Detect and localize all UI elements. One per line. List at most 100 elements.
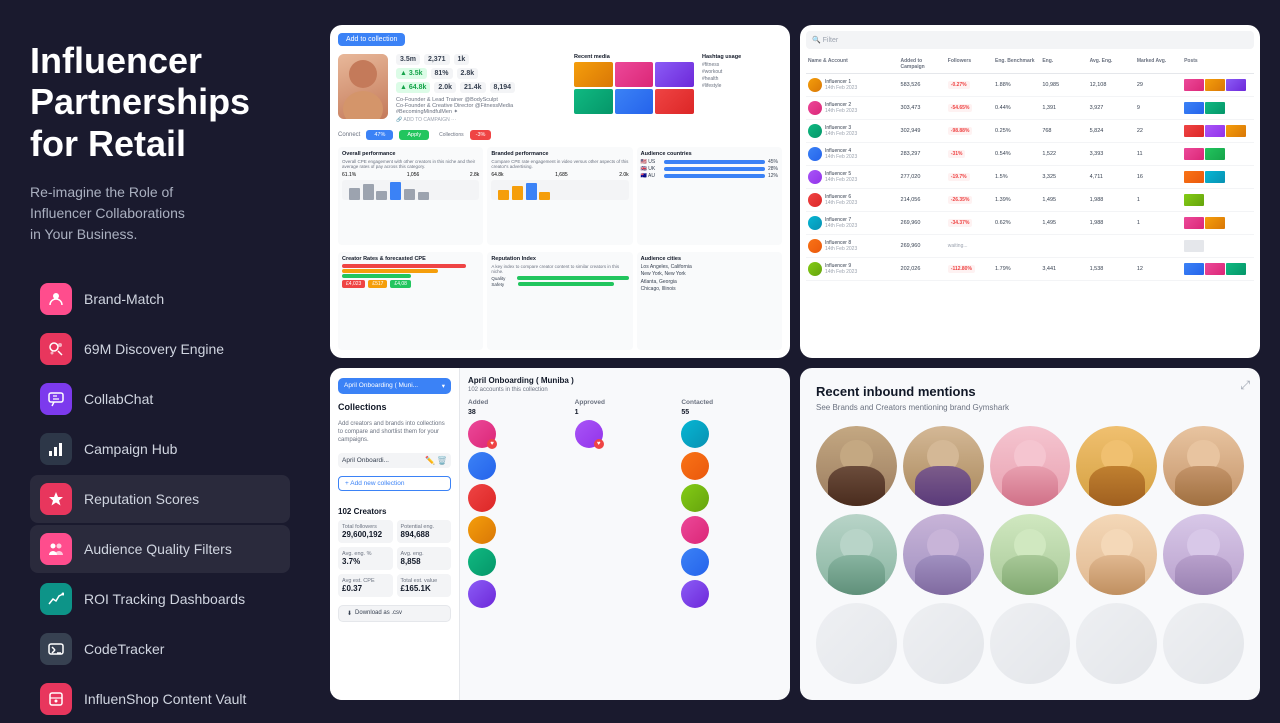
row-6-name: Influencer 614th Feb 2023 xyxy=(808,193,899,207)
delete-icon[interactable]: 🗑️ xyxy=(437,456,447,465)
collections-title: Collections xyxy=(439,132,463,138)
add-to-collection-btn[interactable]: Add to collection xyxy=(338,33,405,46)
collection-item[interactable]: April Onboardi... ✏️ 🗑️ xyxy=(338,453,451,468)
row-1-date: 583,526 xyxy=(901,82,946,88)
mentions-grid-row1 xyxy=(816,426,1244,507)
table-search[interactable]: 🔍 Filter xyxy=(806,31,1254,49)
country-bars: 🇺🇸 US 45% 🇬🇧 UK 28% 🇦🇺 AU 1 xyxy=(641,159,778,179)
total-est-value: £165.1K xyxy=(401,584,448,593)
edit-icon[interactable]: ✏️ xyxy=(425,456,435,465)
mention-avatar-10 xyxy=(1163,514,1244,595)
collab-chat-icon xyxy=(40,383,72,415)
profile-avatar xyxy=(338,54,388,119)
sidebar-item-roi-tracking[interactable]: ROI Tracking Dashboards xyxy=(30,575,290,623)
post-count: 2,371 xyxy=(424,54,450,65)
avg-eng2-stat: Avg. eng. 8,858 xyxy=(397,547,452,570)
following: 1k xyxy=(454,54,470,65)
reputation-index: Reputation Index A key index to compare … xyxy=(487,252,632,350)
right-panel: Add to collection 3.5m 2,371 1k xyxy=(320,0,1280,720)
contacted-creators xyxy=(681,420,782,608)
download-btn[interactable]: ⬇ Download as .csv xyxy=(338,605,451,622)
contacted-avatar-5 xyxy=(681,548,709,576)
discovery-engine-label: 69M Discovery Engine xyxy=(84,341,224,357)
table-row: Influencer 914th Feb 2023 202,026 -112.8… xyxy=(806,258,1254,281)
content-vault-icon xyxy=(40,683,72,715)
table-row: Influencer 214th Feb 2023 303,473 -54.65… xyxy=(806,97,1254,120)
dropdown-chevron: ▾ xyxy=(442,382,445,390)
sidebar-item-collab-chat[interactable]: CollabChat xyxy=(30,375,290,423)
row-1-posts xyxy=(1184,79,1252,91)
mentions-subtitle: See Brands and Creators mentioning brand… xyxy=(816,403,1244,412)
audience-quality-label: Audience Quality Filters xyxy=(84,541,232,557)
th-avg-eng: Avg. Eng. xyxy=(1090,58,1135,70)
contacted-avatar-2 xyxy=(681,452,709,480)
faded-avatar-4 xyxy=(1076,603,1157,684)
collections-sidebar: April Onboarding ( Muni... ▾ Collections… xyxy=(330,368,460,701)
col-approved-count: 1 xyxy=(575,409,676,416)
hero-subtitle: Re-imagine the Role ofInfluencer Collabo… xyxy=(30,182,290,245)
approved-column: Approved 1 ♥ xyxy=(575,399,676,608)
sidebar-item-audience-quality[interactable]: Audience Quality Filters xyxy=(30,525,290,573)
collection-dropdown[interactable]: April Onboarding ( Muni... ▾ xyxy=(338,378,451,394)
download-icon: ⬇ xyxy=(347,610,352,617)
expand-icon[interactable]: ⤢ xyxy=(1240,378,1250,393)
rate-btn-1[interactable]: £4,023 xyxy=(342,280,365,288)
row-1-followers: -0.27% xyxy=(948,82,993,88)
creator-avatar-2 xyxy=(468,452,496,480)
nav-list: Brand-Match 69M Discovery Engine CollabC… xyxy=(30,275,290,723)
mention-avatar-3 xyxy=(990,426,1071,507)
sidebar-item-discovery-engine[interactable]: 69M Discovery Engine xyxy=(30,325,290,373)
avg-cpe-stat: Avg est. CPE £0.37 xyxy=(338,574,393,597)
reputation-index-title: Reputation Index xyxy=(491,256,628,262)
audience-cities-title: Audience cities xyxy=(641,256,778,262)
code-tracker-label: CodeTracker xyxy=(84,641,164,657)
sidebar-item-content-vault[interactable]: InfluenShop Content Vault xyxy=(30,675,290,723)
sidebar-item-campaign-hub[interactable]: Campaign Hub xyxy=(30,425,290,473)
sidebar-item-reputation-scores[interactable]: Reputation Scores xyxy=(30,475,290,523)
row-3-name: Influencer 314th Feb 2023 xyxy=(808,124,899,138)
mentions-title: Recent inbound mentions xyxy=(816,384,1244,399)
table-row: Influencer 614th Feb 2023 214,056 -26.35… xyxy=(806,189,1254,212)
potential-eng-value: 894,688 xyxy=(401,530,448,539)
faded-avatar-1 xyxy=(816,603,897,684)
table-top-bar: 🔍 Filter xyxy=(806,31,1254,49)
roi-icon xyxy=(40,583,72,615)
contacted-avatar-6 xyxy=(681,580,709,608)
brand-match-label: Brand-Match xyxy=(84,291,164,307)
mention-avatar-8 xyxy=(990,514,1071,595)
quality-bar xyxy=(517,276,628,280)
campaign-hub-icon xyxy=(40,433,72,465)
th-name: Name & Account xyxy=(808,58,899,70)
creator-rates-title: Creator Rates & forecasted CPE xyxy=(342,256,479,262)
hashtag-title: Hashtag usage xyxy=(702,54,782,60)
data-table-screen: 🔍 Filter Name & Account Added to Campaig… xyxy=(800,25,1260,358)
follower-count: 3.5m xyxy=(396,54,420,65)
contacted-column: Contacted 55 xyxy=(681,399,782,608)
row-2-name: Influencer 214th Feb 2023 xyxy=(808,101,899,115)
profile-location: 🔗 ADD TO CAMPAIGN ··· xyxy=(396,117,566,123)
col-added-count: 38 xyxy=(468,409,569,416)
audience-cities: Audience cities Los Angeles, California … xyxy=(637,252,782,350)
add-collection-btn[interactable]: + Add new collection xyxy=(338,476,451,491)
mention-avatar-2 xyxy=(903,426,984,507)
branded-desc: Compare CPE rate engagement in video ver… xyxy=(491,159,628,169)
sidebar-item-brand-match[interactable]: Brand-Match xyxy=(30,275,290,323)
rate-btns: £4,023 £517 £4,08 xyxy=(342,280,479,288)
rate-btn-2[interactable]: £517 xyxy=(368,280,387,288)
rate-btn-3[interactable]: £4,08 xyxy=(390,280,411,288)
branded-stats-row: 64.8k1,6852.0k xyxy=(491,172,628,178)
eng-rate: 81% xyxy=(431,68,453,79)
table-row: Influencer 114th Feb 2023 583,526 -0.27%… xyxy=(806,74,1254,97)
row-1-avg: 12,108 xyxy=(1090,82,1135,88)
connect-apply-btn[interactable]: Apply xyxy=(399,130,429,140)
sidebar-item-code-tracker[interactable]: CodeTracker xyxy=(30,625,290,673)
branded-title: Branded performance xyxy=(491,151,628,157)
approved-avatar-1: ♥ xyxy=(575,420,603,448)
faded-avatar-3 xyxy=(990,603,1071,684)
mention-avatar-1 xyxy=(816,426,897,507)
connect-pct-btn[interactable]: 47% xyxy=(366,130,393,140)
creator-rates: Creator Rates & forecasted CPE £4,023 £5… xyxy=(338,252,483,350)
collections-neg-btn[interactable]: -3% xyxy=(470,130,492,140)
brand-match-icon xyxy=(40,283,72,315)
col-added-title: Added xyxy=(468,399,569,406)
